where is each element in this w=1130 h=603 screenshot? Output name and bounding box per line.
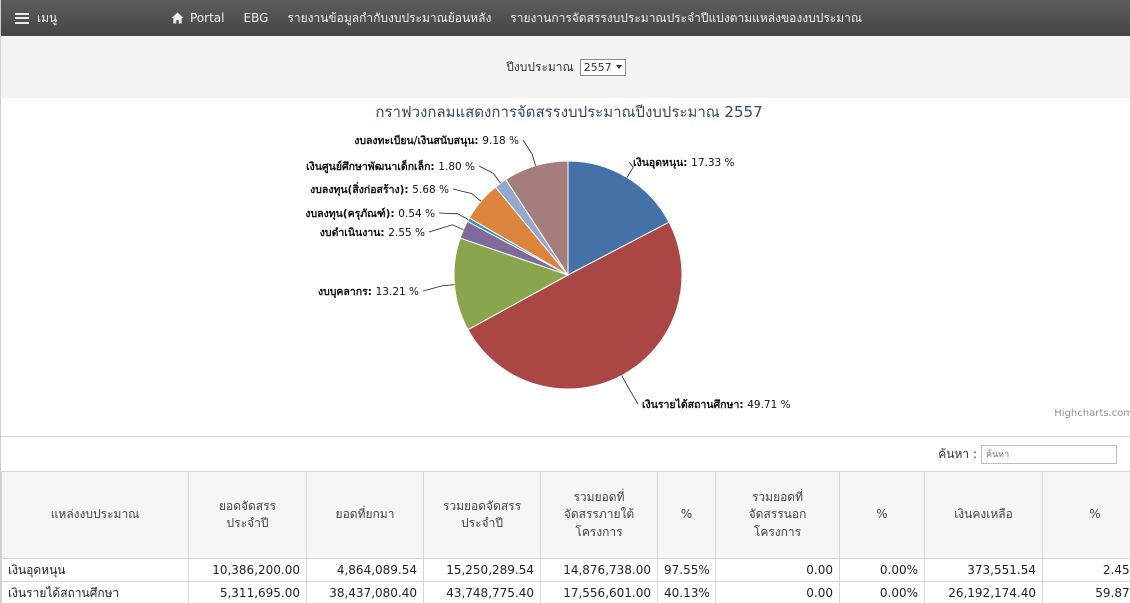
column-header[interactable]: % xyxy=(657,471,716,559)
table-cell: 38,437,080.40 xyxy=(306,581,424,603)
fiscal-year-label: ปีงบประมาณ xyxy=(506,59,574,74)
search-input[interactable] xyxy=(981,445,1117,464)
data-label: งบลงทะเบียน/เงินสนับสนุน: 9.18 % xyxy=(354,134,519,148)
table-header-row: แหล่งงบประมาณ ยอดจัดสรร ประจำปี ยอดที่ยกมา… xyxy=(1,471,1130,559)
menu-label: เมนู xyxy=(37,10,58,25)
data-label-name: งบบุคลากร: xyxy=(318,286,376,299)
table-cell: 5,311,695.00 xyxy=(188,581,307,603)
nav-link-portal[interactable]: Portal xyxy=(171,11,224,25)
chart-title: กราฟวงกลมแสดงการจัดสรรงบประมาณปีงบประมาณ… xyxy=(375,103,762,121)
menu-button[interactable]: เมนู xyxy=(15,0,57,36)
data-label: งบบุคลากร: 13.21 % xyxy=(318,286,419,299)
table-cell: 10,386,200.00 xyxy=(188,558,307,582)
data-label-name: งบดำเนินงาน: xyxy=(320,227,389,239)
data-table-area: ค้นหา : แหล่งงบประมาณยอดจัดสรร ประจำปียอ… xyxy=(1,436,1130,603)
column-header[interactable]: เงินคงเหลือ xyxy=(924,471,1043,559)
nav-link-budget-allocation-report[interactable]: รายงานการจัดสรรงบประมาณประจำปีแบ่งตามแหล… xyxy=(510,9,862,28)
table-cell: 59.87% xyxy=(1042,581,1130,603)
data-label-value: 1.80 % xyxy=(438,161,475,173)
column-header[interactable]: รวมยอดจัดสรร ประจำปี xyxy=(423,471,541,559)
label-connector xyxy=(422,284,455,292)
data-label-name: งบลงทุน(ครุภัณฑ์): xyxy=(305,207,398,221)
column-header[interactable]: รวมยอดที่ จัดสรรภายใต้ โครงการ xyxy=(540,471,658,559)
hamburger-icon xyxy=(15,12,29,24)
data-label: เงินรายได้สถานศึกษา: 49.71 % xyxy=(642,398,791,411)
data-label-value: 2.55 % xyxy=(388,227,425,239)
table-row[interactable]: เงินรายได้สถานศึกษา 5,311,695.00 38,437,08… xyxy=(1,581,1130,603)
table-cell: 26,192,174.40 xyxy=(924,581,1043,603)
column-header[interactable]: % xyxy=(1042,471,1130,559)
data-label: เงินศูนย์ศึกษาพัฒนาเด็กเล็ก: 1.80 % xyxy=(306,159,475,174)
nav-link-portal-label: Portal xyxy=(190,11,225,25)
page: เมนู Portal EBG รายงานข้อมูลกำกับงบประมา… xyxy=(0,0,1130,603)
table-cell: 0.00 xyxy=(715,558,840,582)
table-cell: 40.13% xyxy=(657,581,716,603)
table-cell: 0.00% xyxy=(839,581,925,603)
column-header[interactable]: ยอดจัดสรร ประจำปี xyxy=(188,471,307,559)
dropdown-caret-icon xyxy=(615,65,622,69)
data-label-value: 13.21 % xyxy=(376,286,419,298)
data-label-value: 17.33 % xyxy=(691,157,734,169)
table-cell: เงินรายได้สถานศึกษา xyxy=(1,581,189,603)
data-label-value: 5.68 % xyxy=(412,184,449,196)
column-header[interactable]: ยอดที่ยกมา xyxy=(306,471,424,559)
table-cell: 15,250,289.54 xyxy=(423,558,541,582)
data-label: งบดำเนินงาน: 2.55 % xyxy=(320,227,425,239)
divider xyxy=(1,436,1130,437)
data-label: งบลงทุน(ครุภัณฑ์): 0.54 % xyxy=(305,207,435,221)
label-connector xyxy=(621,375,639,405)
data-label: เงินอุดหนุน: 17.33 % xyxy=(633,157,735,170)
table-cell: 0.00 xyxy=(715,581,840,603)
data-label-name: เงินศูนย์ศึกษาพัฒนาเด็กเล็ก: xyxy=(306,159,438,174)
data-label-value: 49.71 % xyxy=(747,399,790,411)
column-header[interactable]: รวมยอดที่ จัดสรรนอก โครงการ xyxy=(715,471,840,559)
nav-link-budget-history-report[interactable]: รายงานข้อมูลกำกับงบประมาณย้อนหลัง xyxy=(287,9,491,28)
fiscal-year-select[interactable]: 2557 xyxy=(579,58,626,76)
table-cell: 2.45% xyxy=(1042,558,1130,582)
column-header[interactable]: แหล่งงบประมาณ xyxy=(1,471,189,559)
search-label: ค้นหา : xyxy=(938,447,977,461)
pie-chart-svg: กราฟวงกลมแสดงการจัดสรรงบประมาณปีงบประมาณ… xyxy=(305,103,1130,419)
data-label-value: 9.18 % xyxy=(482,135,519,147)
nav-link-ebg[interactable]: EBG xyxy=(243,11,268,25)
search-row: ค้นหา : xyxy=(938,445,1117,464)
chart-credits[interactable]: Highcharts.com xyxy=(1054,408,1130,419)
top-navbar: เมนู Portal EBG รายงานข้อมูลกำกับงบประมา… xyxy=(1,0,1130,36)
label-connector xyxy=(478,165,501,184)
table-cell: 0.00% xyxy=(839,558,925,582)
data-label-value: 0.54 % xyxy=(398,208,435,220)
table-cell: 4,864,089.54 xyxy=(306,558,424,582)
label-connector xyxy=(522,139,536,166)
data-label-name: เงินอุดหนุน: xyxy=(633,157,691,170)
data-label: งบลงทุน(สิ่งก่อสร้าง): 5.68 % xyxy=(310,181,449,197)
table-row[interactable]: เงินอุดหนุน 10,386,200.00 4,864,089.54 15,2… xyxy=(1,558,1130,582)
home-icon xyxy=(171,12,184,24)
label-connector xyxy=(452,188,482,202)
label-connector xyxy=(438,212,469,220)
nav-links: Portal EBG รายงานข้อมูลกำกับงบประมาณย้อน… xyxy=(171,0,881,36)
table-cell: 373,551.54 xyxy=(924,558,1043,582)
budget-table: แหล่งงบประมาณ ยอดจัดสรร ประจำปี ยอดที่ยกมา… xyxy=(1,471,1130,603)
fiscal-year-bar: ปีงบประมาณ 2557 xyxy=(1,36,1130,98)
table-cell: เงินอุดหนุน xyxy=(1,558,189,582)
pie-chart: กราฟวงกลมแสดงการจัดสรรงบประมาณปีงบประมาณ… xyxy=(1,98,1130,428)
data-label-name: งบลงทุน(สิ่งก่อสร้าง): xyxy=(310,181,412,197)
table-cell: 43,748,775.40 xyxy=(423,581,541,603)
table-cell: 17,556,601.00 xyxy=(540,581,658,603)
table-cell: 97.55% xyxy=(657,558,716,582)
table-cell: 14,876,738.00 xyxy=(540,558,658,582)
data-label-name: งบลงทะเบียน/เงินสนับสนุน: xyxy=(354,134,482,148)
fiscal-year-value: 2557 xyxy=(583,60,612,74)
column-header[interactable]: % xyxy=(839,471,925,559)
data-label-name: เงินรายได้สถานศึกษา: xyxy=(642,398,747,411)
label-connector xyxy=(428,224,464,233)
